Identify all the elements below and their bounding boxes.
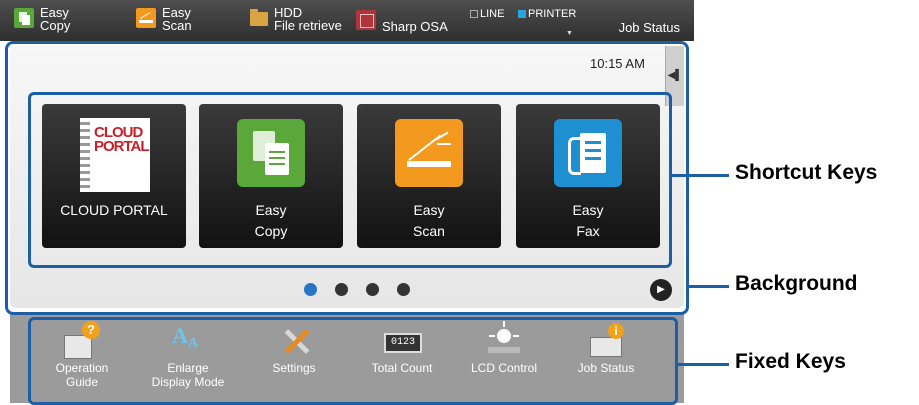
scan-icon	[136, 8, 156, 28]
folder-icon	[250, 9, 268, 26]
shortcut-callout-line	[669, 174, 729, 177]
top-bar: Easy Copy Easy Scan HDD File retrieve Sh…	[0, 0, 694, 41]
fixed-callout-line	[675, 363, 729, 366]
easy-copy-shortcut[interactable]: Easy Copy	[14, 2, 70, 32]
line-led-icon	[470, 10, 478, 18]
easy-scan-label-2: Scan	[162, 18, 192, 33]
background-callout-line	[686, 285, 729, 288]
hdd-file-retrieve-shortcut[interactable]: HDD File retrieve	[250, 2, 342, 32]
printer-indicator: PRINTER	[518, 8, 576, 20]
line-indicator: LINE	[470, 8, 504, 20]
hdd-label-2: File retrieve	[274, 18, 342, 33]
job-status-button[interactable]: Job Status	[619, 20, 680, 35]
sharp-osa-label: Sharp OSA	[382, 19, 448, 34]
shortcut-keys-outline	[28, 92, 672, 268]
shortcut-keys-callout: Shortcut Keys	[735, 161, 878, 184]
easy-scan-shortcut[interactable]: Easy Scan	[136, 2, 192, 32]
printer-indicator-label: PRINTER	[528, 8, 577, 20]
indicator-dropdown-icon[interactable]: ▼	[566, 30, 573, 37]
sharp-osa-icon	[356, 10, 376, 30]
sharp-osa-shortcut[interactable]: Sharp OSA	[356, 2, 448, 33]
fixed-keys-callout: Fixed Keys	[735, 350, 846, 373]
fixed-keys-outline	[28, 317, 678, 405]
printer-led-icon	[518, 10, 526, 18]
easy-copy-label-2: Copy	[40, 18, 71, 33]
copy-icon	[14, 8, 34, 28]
line-indicator-label: LINE	[480, 8, 505, 20]
background-callout: Background	[735, 272, 858, 295]
